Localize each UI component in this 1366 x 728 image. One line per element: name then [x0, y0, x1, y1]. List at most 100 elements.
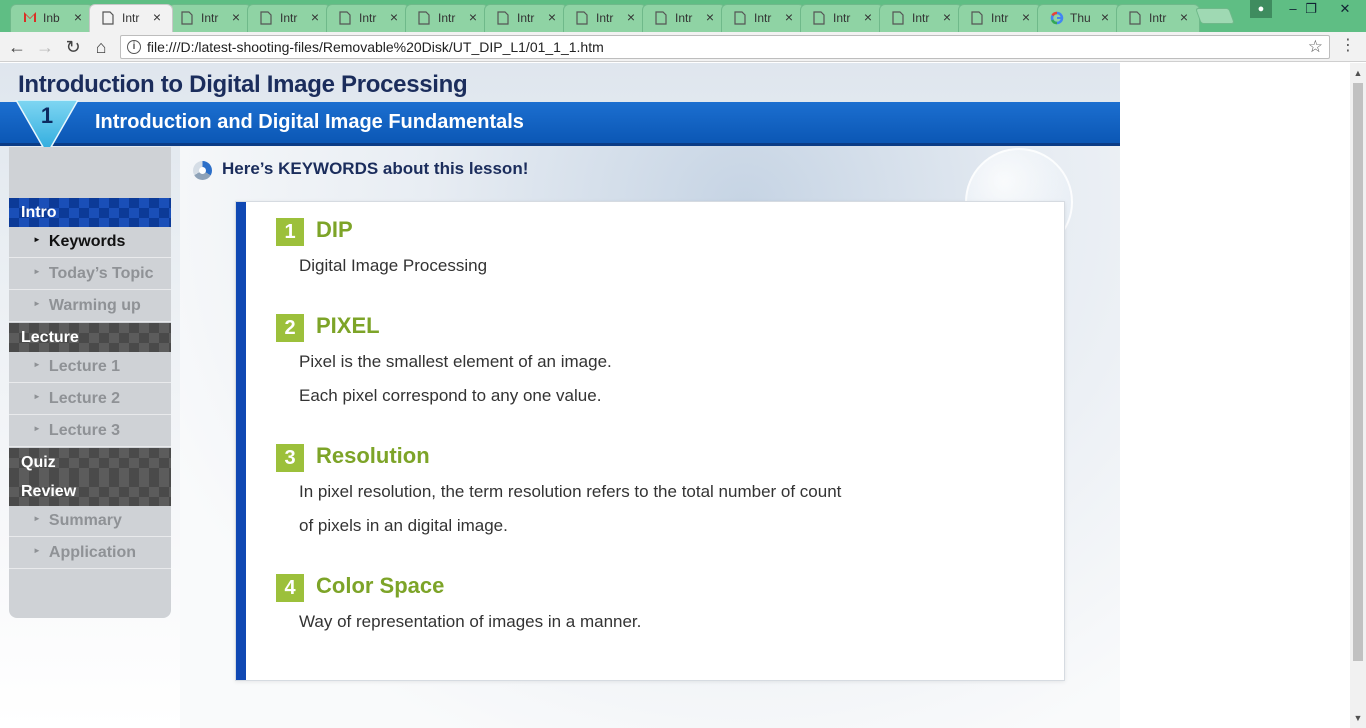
url-text: file:///D:/latest-shooting-files/Removab…: [147, 39, 604, 55]
page-icon: [1129, 11, 1141, 25]
window-close-icon[interactable]: ✕: [1330, 0, 1360, 20]
sidebar-item-label: Warming up: [48, 297, 141, 315]
browser-tab-active[interactable]: Intr ×: [89, 4, 173, 32]
bookmark-star-icon[interactable]: ☆: [1308, 37, 1323, 57]
sidebar-section-quiz[interactable]: Quiz: [9, 448, 171, 477]
tab-label: Intr: [517, 11, 535, 25]
triangle-icon: ►: [33, 267, 41, 276]
page-icon: [813, 11, 825, 25]
browser-tab[interactable]: Intr ×: [563, 4, 647, 32]
sidebar-item-keywords[interactable]: ► Keywords: [9, 227, 171, 258]
scroll-up-icon[interactable]: ▲: [1350, 65, 1366, 81]
keyword-description: In pixel resolution, the term resolution…: [299, 482, 842, 501]
sidebar-item-label: Summary: [48, 512, 122, 530]
keyword-description: of pixels in an digital image.: [299, 516, 508, 535]
lesson-sidebar: Intro ► Keywords ► Today’s Topic ► Warming …: [9, 147, 171, 618]
sidebar-item-label: Today’s Topic: [48, 265, 154, 283]
info-icon[interactable]: i: [127, 40, 141, 54]
restore-icon[interactable]: ❐: [1296, 0, 1326, 20]
triangle-icon: ►: [33, 360, 41, 369]
browser-tab[interactable]: Thu ×: [1037, 4, 1121, 32]
keyword-name: PIXEL: [316, 313, 380, 338]
tab-label: Inb: [43, 11, 60, 25]
keyword-number: 3: [276, 444, 304, 472]
keyword-number: 2: [276, 314, 304, 342]
browser-tab[interactable]: Intr ×: [405, 4, 489, 32]
back-icon[interactable]: ←: [6, 36, 28, 58]
sidebar-item-summary[interactable]: ► Summary: [9, 506, 171, 537]
browser-tab[interactable]: Intr ×: [326, 4, 410, 32]
page-icon: [892, 11, 904, 25]
sidebar-item-warming-up[interactable]: ► Warming up: [9, 291, 171, 322]
page-icon: [655, 11, 667, 25]
keyword-name: Resolution: [316, 443, 430, 468]
sidebar-section-intro[interactable]: Intro: [9, 198, 171, 227]
browser-tab[interactable]: Intr ×: [642, 4, 726, 32]
close-icon[interactable]: ×: [1177, 9, 1191, 25]
browser-tab[interactable]: Intr ×: [958, 4, 1042, 32]
close-icon[interactable]: ×: [545, 9, 559, 25]
browser-tab[interactable]: Intr ×: [247, 4, 331, 32]
close-icon[interactable]: ×: [940, 9, 954, 25]
close-icon[interactable]: ×: [308, 9, 322, 25]
sidebar-section-lecture[interactable]: Lecture: [9, 323, 171, 352]
close-icon[interactable]: ×: [229, 9, 243, 25]
browser-tab[interactable]: Intr ×: [484, 4, 568, 32]
triangle-icon: ►: [33, 546, 41, 555]
home-icon[interactable]: ⌂: [90, 36, 112, 58]
chapter-title: Introduction and Digital Image Fundament…: [95, 111, 524, 133]
close-icon[interactable]: ×: [624, 9, 638, 25]
tab-label: Thu: [1070, 11, 1091, 25]
reload-icon[interactable]: ↻: [62, 36, 84, 58]
page-icon: [971, 11, 983, 25]
profile-icon[interactable]: ●: [1250, 0, 1272, 18]
browser-tab[interactable]: Intr ×: [168, 4, 252, 32]
close-icon[interactable]: ×: [387, 9, 401, 25]
chapter-number: 1: [40, 103, 54, 128]
close-icon[interactable]: ×: [1098, 9, 1112, 25]
close-icon[interactable]: ×: [861, 9, 875, 25]
sidebar-item-lecture-2[interactable]: ► Lecture 2: [9, 384, 171, 415]
browser-tab[interactable]: Intr ×: [721, 4, 805, 32]
close-icon[interactable]: ×: [466, 9, 480, 25]
browser-tab[interactable]: Intr ×: [879, 4, 963, 32]
browser-toolbar: ← → ↻ ⌂ i file:///D:/latest-shooting-fil…: [0, 32, 1366, 62]
close-icon[interactable]: ×: [150, 9, 164, 25]
new-tab-button[interactable]: [1195, 8, 1235, 24]
close-icon[interactable]: ×: [1019, 9, 1033, 25]
sidebar-item-todays-topic[interactable]: ► Today’s Topic: [9, 259, 171, 290]
scroll-thumb[interactable]: [1353, 83, 1363, 661]
browser-tab[interactable]: Inb ×: [10, 4, 94, 32]
forward-icon[interactable]: →: [34, 36, 56, 58]
page-viewport: Introduction to Digital Image Processing…: [0, 63, 1350, 728]
tab-strip: Inb × Intr × Intr × Intr × Intr × Intr ×…: [0, 0, 1366, 32]
triangle-icon: ►: [33, 392, 41, 401]
vertical-scrollbar[interactable]: ▲ ▼: [1350, 63, 1366, 728]
browser-tab[interactable]: Intr ×: [1116, 4, 1200, 32]
page-icon: [339, 11, 351, 25]
page-icon: [181, 11, 193, 25]
tab-label: Intr: [833, 11, 851, 25]
lesson-frame: Introduction to Digital Image Processing…: [0, 63, 1120, 728]
sidebar-item-lecture-1[interactable]: ► Lecture 1: [9, 352, 171, 383]
scroll-down-icon[interactable]: ▼: [1350, 710, 1366, 726]
close-icon[interactable]: ×: [71, 9, 85, 25]
google-icon: [1050, 11, 1064, 25]
close-icon[interactable]: ×: [703, 9, 717, 25]
page-icon: [260, 11, 272, 25]
menu-icon[interactable]: ⋮: [1340, 37, 1356, 57]
page-icon: [734, 11, 746, 25]
keyword-name: DIP: [316, 217, 353, 242]
tab-label: Intr: [438, 11, 456, 25]
sidebar-item-lecture-3[interactable]: ► Lecture 3: [9, 416, 171, 447]
card-accent-stripe: [236, 202, 246, 680]
keywords-heading: Here’s KEYWORDS about this lesson!: [222, 159, 529, 178]
address-bar[interactable]: i file:///D:/latest-shooting-files/Remov…: [120, 35, 1330, 59]
tab-label: Intr: [912, 11, 930, 25]
sidebar-item-application[interactable]: ► Application: [9, 538, 171, 569]
close-icon[interactable]: ×: [782, 9, 796, 25]
sidebar-section-review[interactable]: Review: [9, 477, 171, 506]
tab-label: Intr: [201, 11, 219, 25]
triangle-icon: ►: [33, 424, 41, 433]
browser-tab[interactable]: Intr ×: [800, 4, 884, 32]
